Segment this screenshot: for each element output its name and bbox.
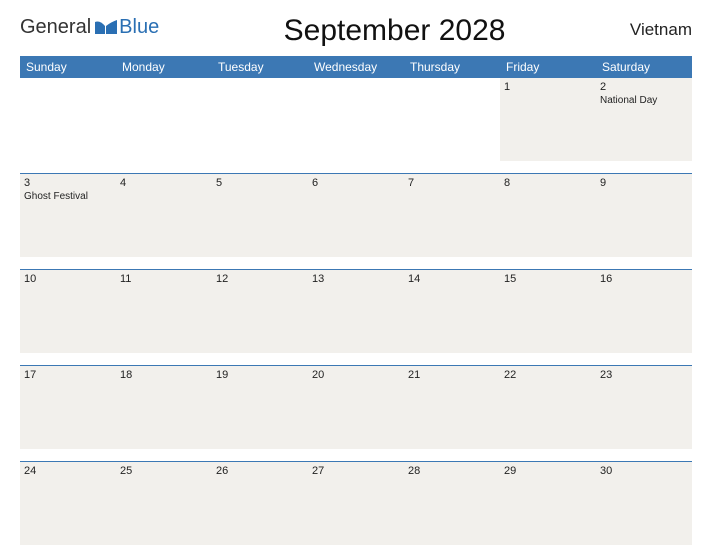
calendar-body: 12National Day3Ghost Festival45678910111…	[20, 78, 692, 545]
calendar-cell: 19	[212, 366, 308, 450]
calendar-cell: 24	[20, 462, 116, 546]
calendar-cell: 10	[20, 270, 116, 354]
calendar: Sunday Monday Tuesday Wednesday Thursday…	[20, 56, 692, 545]
day-number: 28	[408, 465, 496, 477]
day-number: 16	[600, 273, 688, 285]
calendar-cell: 22	[500, 366, 596, 450]
day-number: 11	[120, 273, 208, 285]
day-number: 23	[600, 369, 688, 381]
header: General Blue September 2028 Vietnam	[20, 16, 692, 48]
day-number: 21	[408, 369, 496, 381]
day-number: 13	[312, 273, 400, 285]
calendar-cell	[116, 78, 212, 161]
calendar-cell: 26	[212, 462, 308, 546]
dayname: Monday	[116, 56, 212, 78]
calendar-cell: 20	[308, 366, 404, 450]
day-number: 2	[600, 81, 688, 93]
day-number: 4	[120, 177, 208, 189]
calendar-cell	[20, 78, 116, 161]
page-title: September 2028	[284, 14, 506, 48]
day-number: 12	[216, 273, 304, 285]
calendar-cell: 14	[404, 270, 500, 354]
calendar-cell: 28	[404, 462, 500, 546]
day-number: 1	[504, 81, 592, 93]
calendar-cell: 4	[116, 174, 212, 258]
day-number: 7	[408, 177, 496, 189]
day-number: 9	[600, 177, 688, 189]
day-number: 5	[216, 177, 304, 189]
event-label: National Day	[600, 95, 657, 106]
calendar-cell: 18	[116, 366, 212, 450]
logo: General Blue	[20, 16, 159, 39]
country-label: Vietnam	[630, 20, 692, 40]
dayname: Saturday	[596, 56, 692, 78]
row-spacer	[20, 161, 692, 174]
logo-text-2: Blue	[119, 16, 159, 39]
event-label: Ghost Festival	[24, 191, 88, 202]
calendar-cell: 2 National Day	[596, 78, 692, 161]
calendar-cell: 7	[404, 174, 500, 258]
logo-text-1: General	[20, 16, 91, 39]
calendar-cell: 25	[116, 462, 212, 546]
calendar-cell: 21	[404, 366, 500, 450]
day-number: 18	[120, 369, 208, 381]
dayname: Thursday	[404, 56, 500, 78]
row-spacer	[20, 257, 692, 270]
dayname: Wednesday	[308, 56, 404, 78]
day-number: 25	[120, 465, 208, 477]
dayname: Tuesday	[212, 56, 308, 78]
calendar-cell: 23	[596, 366, 692, 450]
calendar-cell: 11	[116, 270, 212, 354]
row-spacer	[20, 449, 692, 462]
calendar-cell: 29	[500, 462, 596, 546]
dayname: Sunday	[20, 56, 116, 78]
calendar-cell: 13	[308, 270, 404, 354]
day-number: 19	[216, 369, 304, 381]
day-number: 27	[312, 465, 400, 477]
calendar-cell: 5	[212, 174, 308, 258]
calendar-cell	[308, 78, 404, 161]
day-number: 26	[216, 465, 304, 477]
day-number: 20	[312, 369, 400, 381]
calendar-cell: 15	[500, 270, 596, 354]
calendar-cell: 16	[596, 270, 692, 354]
calendar-cell: 9	[596, 174, 692, 258]
calendar-cell: 17	[20, 366, 116, 450]
calendar-cell: 8	[500, 174, 596, 258]
day-number: 30	[600, 465, 688, 477]
calendar-cell	[404, 78, 500, 161]
calendar-cell: 30	[596, 462, 692, 546]
day-number: 22	[504, 369, 592, 381]
calendar-cell: 12	[212, 270, 308, 354]
day-number: 10	[24, 273, 112, 285]
day-number: 8	[504, 177, 592, 189]
calendar-cell: 3 Ghost Festival	[20, 174, 116, 258]
day-number: 14	[408, 273, 496, 285]
day-number: 3	[24, 177, 112, 189]
calendar-cell	[212, 78, 308, 161]
calendar-cell: 27	[308, 462, 404, 546]
calendar-cell: 6	[308, 174, 404, 258]
day-number: 24	[24, 465, 112, 477]
calendar-cell: 1	[500, 78, 596, 161]
day-number: 17	[24, 369, 112, 381]
day-number: 15	[504, 273, 592, 285]
calendar-header: Sunday Monday Tuesday Wednesday Thursday…	[20, 56, 692, 78]
logo-mark-icon	[95, 20, 117, 36]
day-number: 6	[312, 177, 400, 189]
row-spacer	[20, 353, 692, 366]
day-number: 29	[504, 465, 592, 477]
dayname: Friday	[500, 56, 596, 78]
